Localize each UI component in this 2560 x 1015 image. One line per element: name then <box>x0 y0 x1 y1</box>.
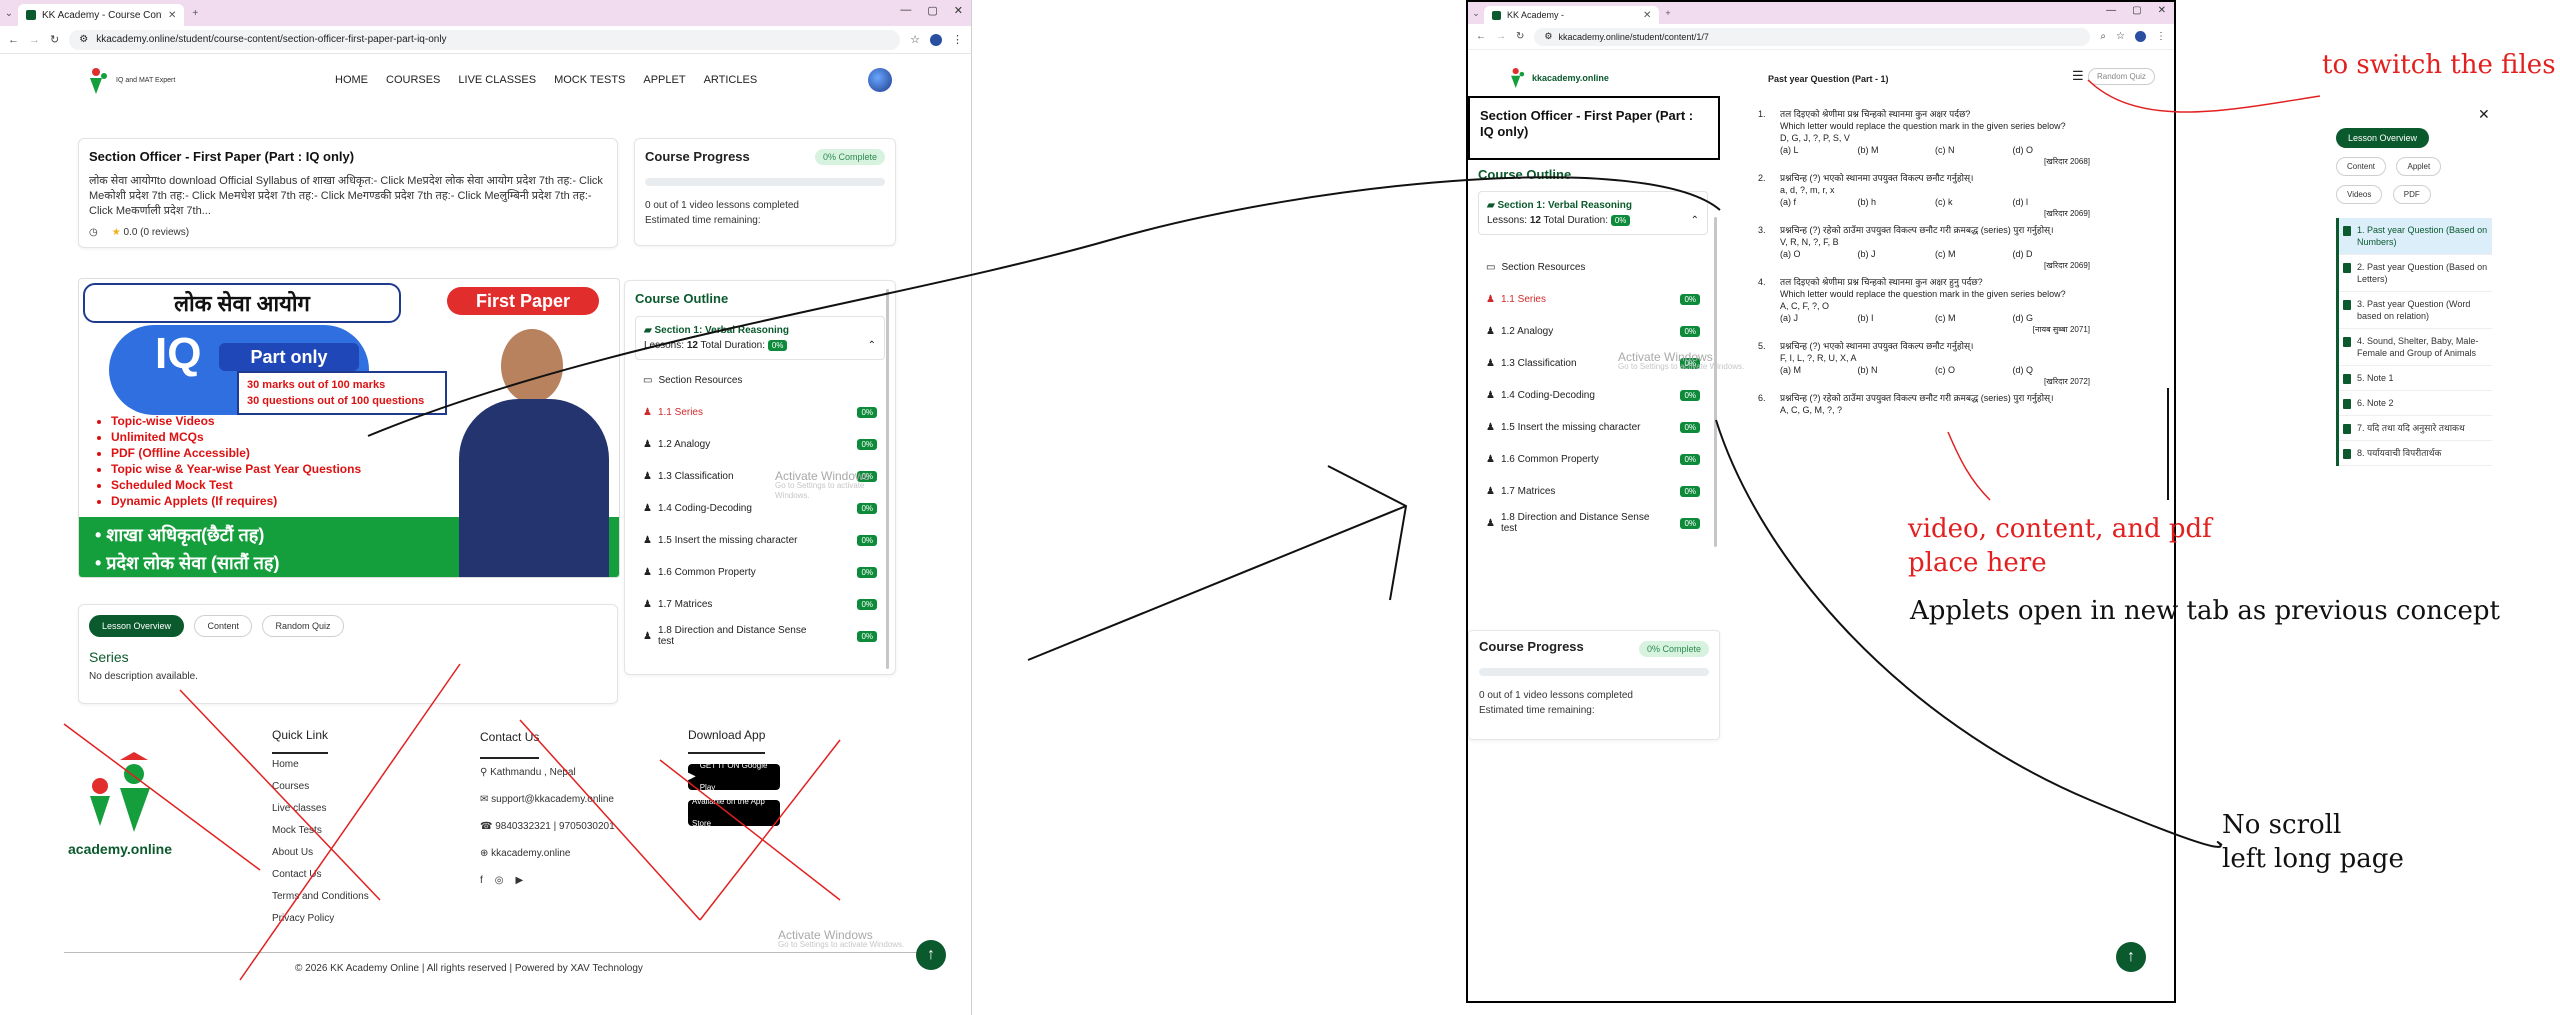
annotation-red-strike <box>659 759 841 901</box>
annotation-red-strike <box>179 689 381 901</box>
annotation-red-strike <box>239 663 461 981</box>
annotation-red-strike <box>699 739 841 921</box>
annotation-arrow-line <box>1027 505 1407 661</box>
annotation-red-strike <box>519 719 701 921</box>
annotation-curve <box>1715 419 2223 848</box>
screenshot-canvas: ⌄ KK Academy - Course Contents ✕ + — ▢ ✕… <box>0 0 2560 1015</box>
annotation-strokes <box>63 79 2321 981</box>
annotation-red-strike <box>63 723 261 871</box>
annotation-red-curve <box>1947 431 1991 501</box>
annotation-curve <box>367 176 1721 437</box>
annotation-red-curve <box>2087 79 2321 113</box>
